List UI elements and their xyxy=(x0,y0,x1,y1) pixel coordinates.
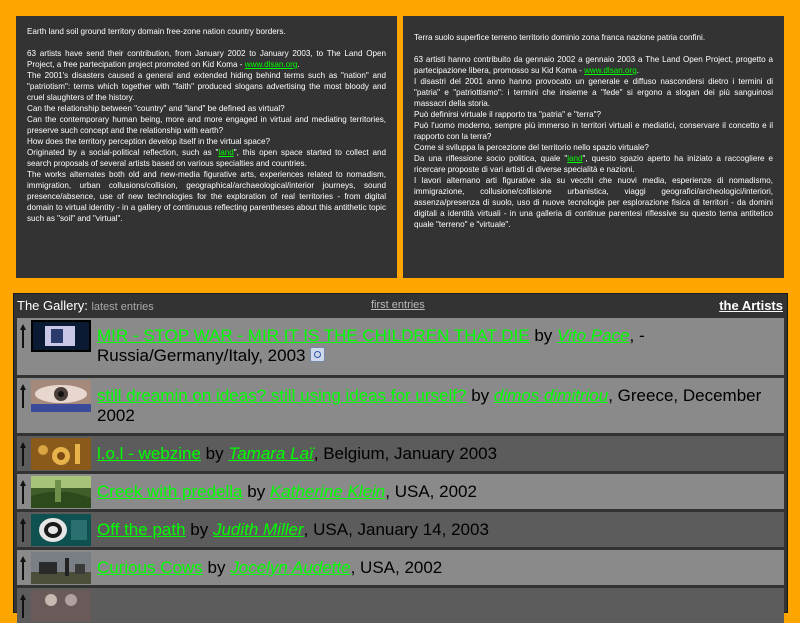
entry-thumbnail[interactable] xyxy=(31,380,91,412)
rss-icon[interactable] xyxy=(310,347,326,362)
entry-title-link[interactable]: l.o.l - webzine xyxy=(97,444,201,463)
intro-p6: Come si sviluppa la percezione del terri… xyxy=(414,143,649,152)
entry-artist-link[interactable]: Jocelyn Audette xyxy=(230,558,350,577)
up-arrow-icon[interactable] xyxy=(20,556,26,580)
up-arrow-icon[interactable] xyxy=(20,384,26,408)
up-arrow-icon[interactable] xyxy=(20,594,26,618)
gallery-entry: l.o.l - webzine by Tamara Laï, Belgium, … xyxy=(17,436,784,471)
gallery-entry: Creek with predella by Katherine Klein, … xyxy=(17,474,784,509)
entry-thumbnail[interactable] xyxy=(31,590,91,622)
up-arrow-icon[interactable] xyxy=(20,480,26,504)
intro-p3: I disastri del 2001 anno hanno provocato… xyxy=(414,77,773,108)
dlsan-link[interactable]: www.dlsan.org xyxy=(245,60,298,69)
entry-artist-link[interactable]: Judith Miller xyxy=(213,520,304,539)
intro-line1: Terra suolo superfice terreno territorio… xyxy=(414,33,706,42)
entry-title-link[interactable]: Off the path xyxy=(97,520,186,539)
intro-line1: Earth land soil ground territory domain … xyxy=(27,27,286,36)
entry-text: Off the path by Judith Miller, USA, Janu… xyxy=(97,520,489,539)
entry-title-link[interactable]: Curious Cows xyxy=(97,558,203,577)
entry-text: Curious Cows by Jocelyn Audette, USA, 20… xyxy=(97,558,443,577)
latest-entries-label: latest entries xyxy=(91,301,154,313)
intro-p4: Can the relationship between "country" a… xyxy=(27,104,285,113)
entry-title-link[interactable]: MIR - STOP WAR - MIR IT IS THE CHILDREN … xyxy=(97,326,530,345)
entry-text: l.o.l - webzine by Tamara Laï, Belgium, … xyxy=(97,444,498,463)
artists-link[interactable]: the Artists xyxy=(719,298,783,313)
intro-panel-italian: Terra suolo superfice terreno territorio… xyxy=(403,16,784,278)
intro-p2: 63 artists have send their contribution,… xyxy=(27,49,386,69)
entry-thumbnail[interactable] xyxy=(31,320,91,352)
intro-p3: The 2001's disasters caused a general an… xyxy=(27,71,386,102)
intro-p8: The works alternates both old and new-me… xyxy=(27,170,386,223)
land-link[interactable]: land xyxy=(567,154,582,163)
dlsan-link[interactable]: www.dlsan.org xyxy=(584,66,637,75)
entry-title-link[interactable]: still dreamin on ideas? still using idea… xyxy=(97,386,466,405)
up-arrow-icon[interactable] xyxy=(20,324,26,348)
gallery-title: The Gallery: latest entries xyxy=(17,298,154,313)
first-entries-link[interactable]: first entries xyxy=(371,299,425,311)
entry-title-link[interactable]: Creek with predella xyxy=(97,482,243,501)
entry-artist-link[interactable]: Katherine Klein xyxy=(270,482,385,501)
entry-artist-link[interactable]: dimos dimitriou xyxy=(494,386,608,405)
intro-p6: How does the territory perception develo… xyxy=(27,137,270,146)
intro-p7: Originated by a social-political reflect… xyxy=(27,148,386,168)
gallery-entry xyxy=(17,588,784,623)
intro-p4: Può definirsi virtuale il rapporto tra "… xyxy=(414,110,601,119)
up-arrow-icon[interactable] xyxy=(20,442,26,466)
gallery-entry: Off the path by Judith Miller, USA, Janu… xyxy=(17,512,784,547)
intro-p8: I lavori alternano arti figurative sia s… xyxy=(414,176,773,229)
intro-panel-english: Earth land soil ground territory domain … xyxy=(16,16,397,278)
entry-text: still dreamin on ideas? still using idea… xyxy=(97,386,762,425)
gallery-panel: The Gallery: latest entries first entrie… xyxy=(13,293,788,623)
entry-artist-link[interactable]: Tamara Laï xyxy=(228,444,313,463)
entry-artist-link[interactable]: Vito Pace xyxy=(557,326,629,345)
gallery-entry: Curious Cows by Jocelyn Audette, USA, 20… xyxy=(17,550,784,585)
entry-thumbnail[interactable] xyxy=(31,514,91,546)
intro-p2: 63 artisti hanno contribuito da gennaio … xyxy=(414,55,773,75)
entry-thumbnail[interactable] xyxy=(31,552,91,584)
up-arrow-icon[interactable] xyxy=(20,518,26,542)
entry-text: Creek with predella by Katherine Klein, … xyxy=(97,482,477,501)
entry-text: MIR - STOP WAR - MIR IT IS THE CHILDREN … xyxy=(97,326,645,365)
entry-thumbnail[interactable] xyxy=(31,476,91,508)
gallery-entry: MIR - STOP WAR - MIR IT IS THE CHILDREN … xyxy=(17,318,784,375)
gallery-header: The Gallery: latest entries first entrie… xyxy=(14,294,787,318)
entry-thumbnail[interactable] xyxy=(31,438,91,470)
intro-p5: Può l'uomo moderno, sempre più immerso i… xyxy=(414,121,773,141)
intro-p7: Da una riflessione socio politica, quale… xyxy=(414,154,774,174)
land-link[interactable]: land xyxy=(218,148,233,157)
gallery-entry: still dreamin on ideas? still using idea… xyxy=(17,378,784,433)
intro-p5: Can the contemporary human being, more a… xyxy=(27,115,386,135)
